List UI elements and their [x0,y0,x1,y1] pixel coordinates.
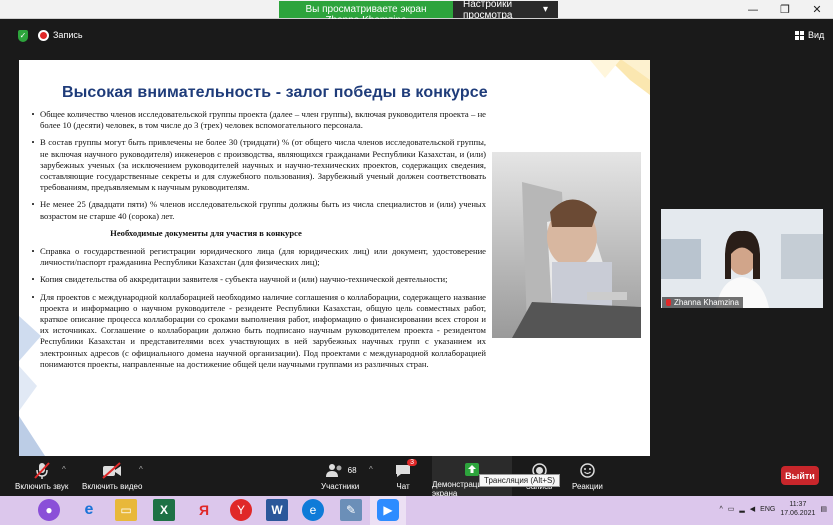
chat-button[interactable]: 3 Чат [395,459,417,491]
view-options-button[interactable]: Настройки просмотра ▾ [453,0,558,21]
share-banner-text: Вы просматриваете экран Zhanna Khamzina [279,1,453,26]
clock[interactable]: 11:37 17.06.2021 [780,500,815,518]
zoom-taskbar-icon[interactable]: ▶ [377,499,399,521]
participant-video-image [661,209,823,308]
zoom-top-bar [0,19,833,56]
clock-date: 17.06.2021 [780,510,816,517]
bullet-item: • Общее количество членов исследовательск… [31,109,486,131]
paint-icon[interactable]: ✎ [340,499,362,521]
participants-icon: 68 [324,462,357,479]
participants-button[interactable]: 68 Участники [321,462,359,491]
system-tray: ^ ▭ ▂ ◀ ENG 11:37 17.06.2021 ▤ [719,500,827,518]
participant-name: Zhanna Khamzina [674,298,739,307]
share-tooltip: Трансляция (Alt+S) [479,474,561,487]
participant-video[interactable]: Zhanna Khamzina [661,209,823,308]
chat-badge: 3 [407,459,417,466]
record-icon[interactable] [38,30,49,41]
edge-icon[interactable]: e [302,499,324,521]
unmute-button[interactable]: Включить звук [15,462,68,491]
participant-name-tag: Zhanna Khamzina [662,297,743,308]
view-label: Вид [808,30,825,40]
notifications-icon[interactable]: ▤ [820,505,827,513]
bullet-text: Для проектов с международной коллабораци… [40,291,486,369]
clock-time: 11:37 [789,501,807,508]
shared-slide: Высокая внимательность - залог победы в … [19,60,650,456]
window-frame: Вы просматриваете экран Zhanna Khamzina … [0,0,833,26]
video-options-chevron-icon[interactable]: ^ [139,465,143,474]
smiley-icon [580,462,595,479]
bullet-item: • Для проектов с международной коллаборац… [31,291,486,369]
bullet-text: В состав группы могут быть привлечены не… [40,137,486,193]
grid-icon [795,30,804,40]
view-button[interactable]: Вид [795,30,824,40]
meeting-toolbar: Включить звук ^ Включить видео ^ 68 Учас… [0,456,833,498]
chat-icon: 3 [395,459,417,479]
leave-meeting-button[interactable]: Выйти [781,466,819,485]
language-indicator[interactable]: ENG [760,506,775,513]
participants-chevron-icon[interactable]: ^ [369,465,373,474]
share-screen-icon [464,462,480,477]
slide-photo [492,152,641,338]
record-status-label: Запись [53,30,83,40]
network-icon[interactable]: ▂ [739,505,744,513]
bullet-item: • Копия свидетельства об аккредитации зая… [26,274,486,285]
start-video-label: Включить видео [82,482,143,491]
window-controls: — ❐ ✕ [737,0,833,19]
maximize-button[interactable]: ❐ [769,0,801,19]
bullet-text: Не менее 25 (двадцати пяти) % членов исс… [40,199,486,221]
bullet-item: • Справка о государственной регистрации ю… [31,246,486,268]
close-button[interactable]: ✕ [801,0,833,19]
internet-explorer-icon[interactable]: e [78,499,100,521]
participants-label: Участники [321,482,360,491]
reactions-label: Реакции [572,482,603,491]
slide-subheading: Необходимые документы для участия в конк… [110,227,302,238]
bullet-text: Справка о государственной регистрации юр… [40,246,486,268]
word-icon[interactable]: W [266,499,288,521]
chevron-up-icon[interactable]: ^ [719,506,722,513]
slide-body: • Общее количество членов исследовательск… [26,109,486,376]
battery-icon[interactable]: ▭ [728,505,735,513]
volume-icon[interactable]: ◀ [750,505,755,513]
alice-icon[interactable]: ● [38,499,60,521]
video-off-icon [102,462,122,479]
start-video-button[interactable]: Включить видео [82,462,142,491]
bullet-text: Копия свидетельства об аккредитации заяв… [40,274,448,285]
unmute-label: Включить звук [15,482,69,491]
view-options-label: Настройки просмотра [463,0,513,21]
file-explorer-icon[interactable]: ▭ [115,499,137,521]
mic-muted-icon [666,299,671,306]
excel-icon[interactable]: X [153,499,175,521]
yandex-icon[interactable]: Я [193,499,215,521]
shield-icon[interactable]: ✓ [18,30,28,42]
slide-title: Высокая внимательность - залог победы в … [62,84,488,101]
minimize-button[interactable]: — [737,0,769,19]
chevron-down-icon: ▾ [542,4,548,15]
chat-label: Чат [396,482,410,491]
bullet-text: Общее количество членов исследовательско… [40,109,486,131]
mic-muted-icon [33,462,50,479]
windows-taskbar: ● e ▭ X Я Y W e ✎ ▶ ^ ▭ ▂ ◀ ENG 11:37 17… [0,496,833,525]
bullet-item: • Не менее 25 (двадцати пяти) % членов ис… [31,199,486,221]
share-banner: Вы просматриваете экран Zhanna Khamzina … [279,0,558,26]
bullet-item: • В состав группы могут быть привлечены н… [31,137,486,193]
slide-decoration-top [590,60,650,95]
participants-count: 68 [347,466,357,475]
reactions-button[interactable]: Реакции [572,462,603,491]
yandex-browser-icon[interactable]: Y [230,499,252,521]
audio-options-chevron-icon[interactable]: ^ [62,465,66,474]
